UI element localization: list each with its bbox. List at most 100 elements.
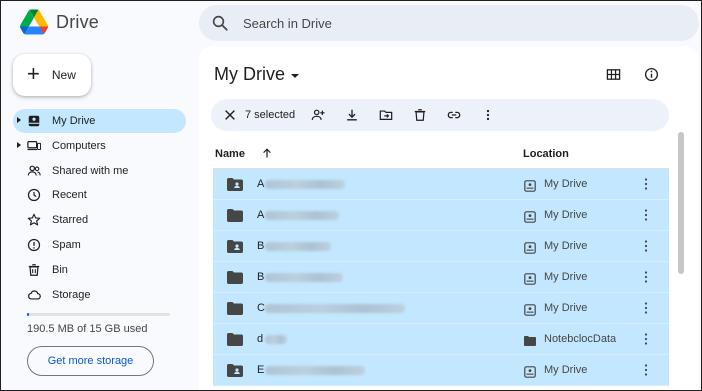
new-button-label: New [51, 68, 76, 82]
folder-icon [227, 333, 243, 346]
sidebar-item-label: Shared with me [52, 164, 129, 177]
file-row[interactable]: A My Drive [213, 200, 669, 231]
sidebar-item-my-drive[interactable]: My Drive [13, 109, 186, 133]
folder-location-icon [524, 334, 536, 346]
file-list: A My Drive A My Drive B My Drive B My Drive C My … [213, 169, 669, 386]
sidebar-item-starred[interactable]: Starred [13, 208, 186, 232]
redacted-file-name [265, 211, 339, 220]
info-icon[interactable] [643, 66, 659, 82]
star-icon [26, 212, 42, 228]
folder-icon [227, 209, 243, 222]
main-panel: My Drive 7 selected Name Location A My D… [199, 46, 699, 391]
sidebar-item-spam[interactable]: Spam [13, 233, 186, 257]
download-icon[interactable] [343, 106, 361, 124]
sidebar-nav: My Drive Computers Shared with me Recent… [13, 109, 186, 307]
plus-icon: + [27, 61, 40, 86]
get-more-storage-button[interactable]: Get more storage [27, 346, 154, 376]
scrollbar[interactable] [678, 132, 684, 274]
bin-icon [26, 262, 42, 278]
file-row[interactable]: B My Drive [213, 231, 669, 262]
delete-icon[interactable] [411, 106, 429, 124]
sidebar-item-storage[interactable]: Storage [13, 283, 186, 307]
clear-selection-icon[interactable] [221, 106, 239, 124]
row-more-actions-icon[interactable] [641, 270, 651, 284]
storage-usage-text: 190.5 MB of 15 GB used [27, 323, 148, 335]
column-header-name[interactable]: Name [215, 148, 245, 160]
redacted-file-name [265, 335, 287, 344]
more-actions-icon[interactable] [479, 106, 497, 124]
search-bar[interactable] [199, 5, 699, 41]
file-name-initial: B [257, 271, 265, 283]
file-row[interactable]: d NotebclocData [213, 324, 669, 355]
file-location[interactable]: My Drive [544, 240, 587, 252]
file-name-initial: B [257, 240, 265, 252]
sort-ascending-icon[interactable] [261, 146, 275, 160]
sidebar-item-label: Starred [52, 214, 89, 227]
expand-caret-icon[interactable] [17, 117, 21, 123]
sidebar-item-label: Spam [52, 238, 81, 251]
grid-view-icon[interactable] [605, 66, 621, 82]
storage-usage-bar [27, 313, 170, 316]
file-name-initial: C [257, 302, 265, 314]
sidebar-item-shared-with-me[interactable]: Shared with me [13, 159, 186, 183]
redacted-file-name [265, 304, 405, 313]
file-location[interactable]: My Drive [544, 302, 587, 314]
row-more-actions-icon[interactable] [641, 239, 651, 253]
folder-icon [227, 302, 243, 315]
file-location[interactable]: My Drive [544, 178, 587, 190]
move-to-folder-icon[interactable] [377, 106, 395, 124]
file-location[interactable]: My Drive [544, 209, 587, 221]
folder-icon [227, 271, 243, 284]
redacted-file-name [265, 242, 331, 251]
page-title-dropdown[interactable]: My Drive [214, 64, 299, 85]
row-more-actions-icon[interactable] [641, 301, 651, 315]
view-controls [605, 66, 659, 82]
redacted-file-name [265, 180, 345, 189]
row-more-actions-icon[interactable] [641, 332, 651, 346]
drive-logo[interactable]: Drive [20, 9, 99, 35]
expand-caret-icon[interactable] [17, 141, 21, 148]
sidebar-item-label: Recent [52, 189, 87, 202]
computers-icon [26, 138, 42, 154]
file-location[interactable]: My Drive [544, 271, 587, 283]
selection-action-bar: 7 selected [211, 99, 669, 131]
file-name-initial: A [257, 178, 265, 190]
copy-link-icon[interactable] [445, 106, 463, 124]
my-drive-icon [26, 113, 42, 129]
new-button[interactable]: + New [13, 54, 91, 96]
file-location[interactable]: My Drive [544, 364, 587, 376]
my-drive-location-icon [524, 272, 536, 285]
file-row[interactable]: C My Drive [213, 293, 669, 324]
drive-logo-icon [20, 9, 48, 35]
row-more-actions-icon[interactable] [641, 208, 651, 222]
selected-count: 7 selected [245, 109, 296, 121]
file-row[interactable]: B My Drive [213, 262, 669, 293]
my-drive-location-icon [524, 241, 536, 254]
file-name-initial: A [257, 209, 265, 221]
sidebar-item-computers[interactable]: Computers [13, 134, 186, 158]
sidebar-item-bin[interactable]: Bin [13, 258, 186, 282]
page-title: My Drive [214, 64, 285, 84]
row-more-actions-icon[interactable] [641, 363, 651, 377]
search-input[interactable] [243, 15, 543, 31]
redacted-file-name [265, 273, 343, 282]
sidebar-item-label: Computers [52, 139, 106, 152]
cloud-icon [26, 287, 42, 303]
shared-icon [26, 163, 42, 179]
file-location[interactable]: NotebclocData [544, 333, 616, 345]
file-row[interactable]: E My Drive [213, 355, 669, 386]
file-row[interactable]: A My Drive [213, 169, 669, 200]
app-name: Drive [56, 11, 100, 32]
share-icon[interactable] [309, 106, 327, 124]
clock-icon [26, 187, 42, 203]
shared-folder-icon [227, 364, 243, 377]
sidebar-item-recent[interactable]: Recent [13, 183, 186, 207]
dropdown-arrow-icon [291, 73, 299, 78]
sidebar-item-label: Bin [52, 263, 68, 276]
row-more-actions-icon[interactable] [641, 177, 651, 191]
shared-folder-icon [227, 240, 243, 253]
file-name-initial: E [257, 364, 265, 376]
redacted-file-name [265, 366, 365, 375]
my-drive-location-icon [524, 365, 536, 378]
file-name-initial: d [257, 333, 264, 345]
